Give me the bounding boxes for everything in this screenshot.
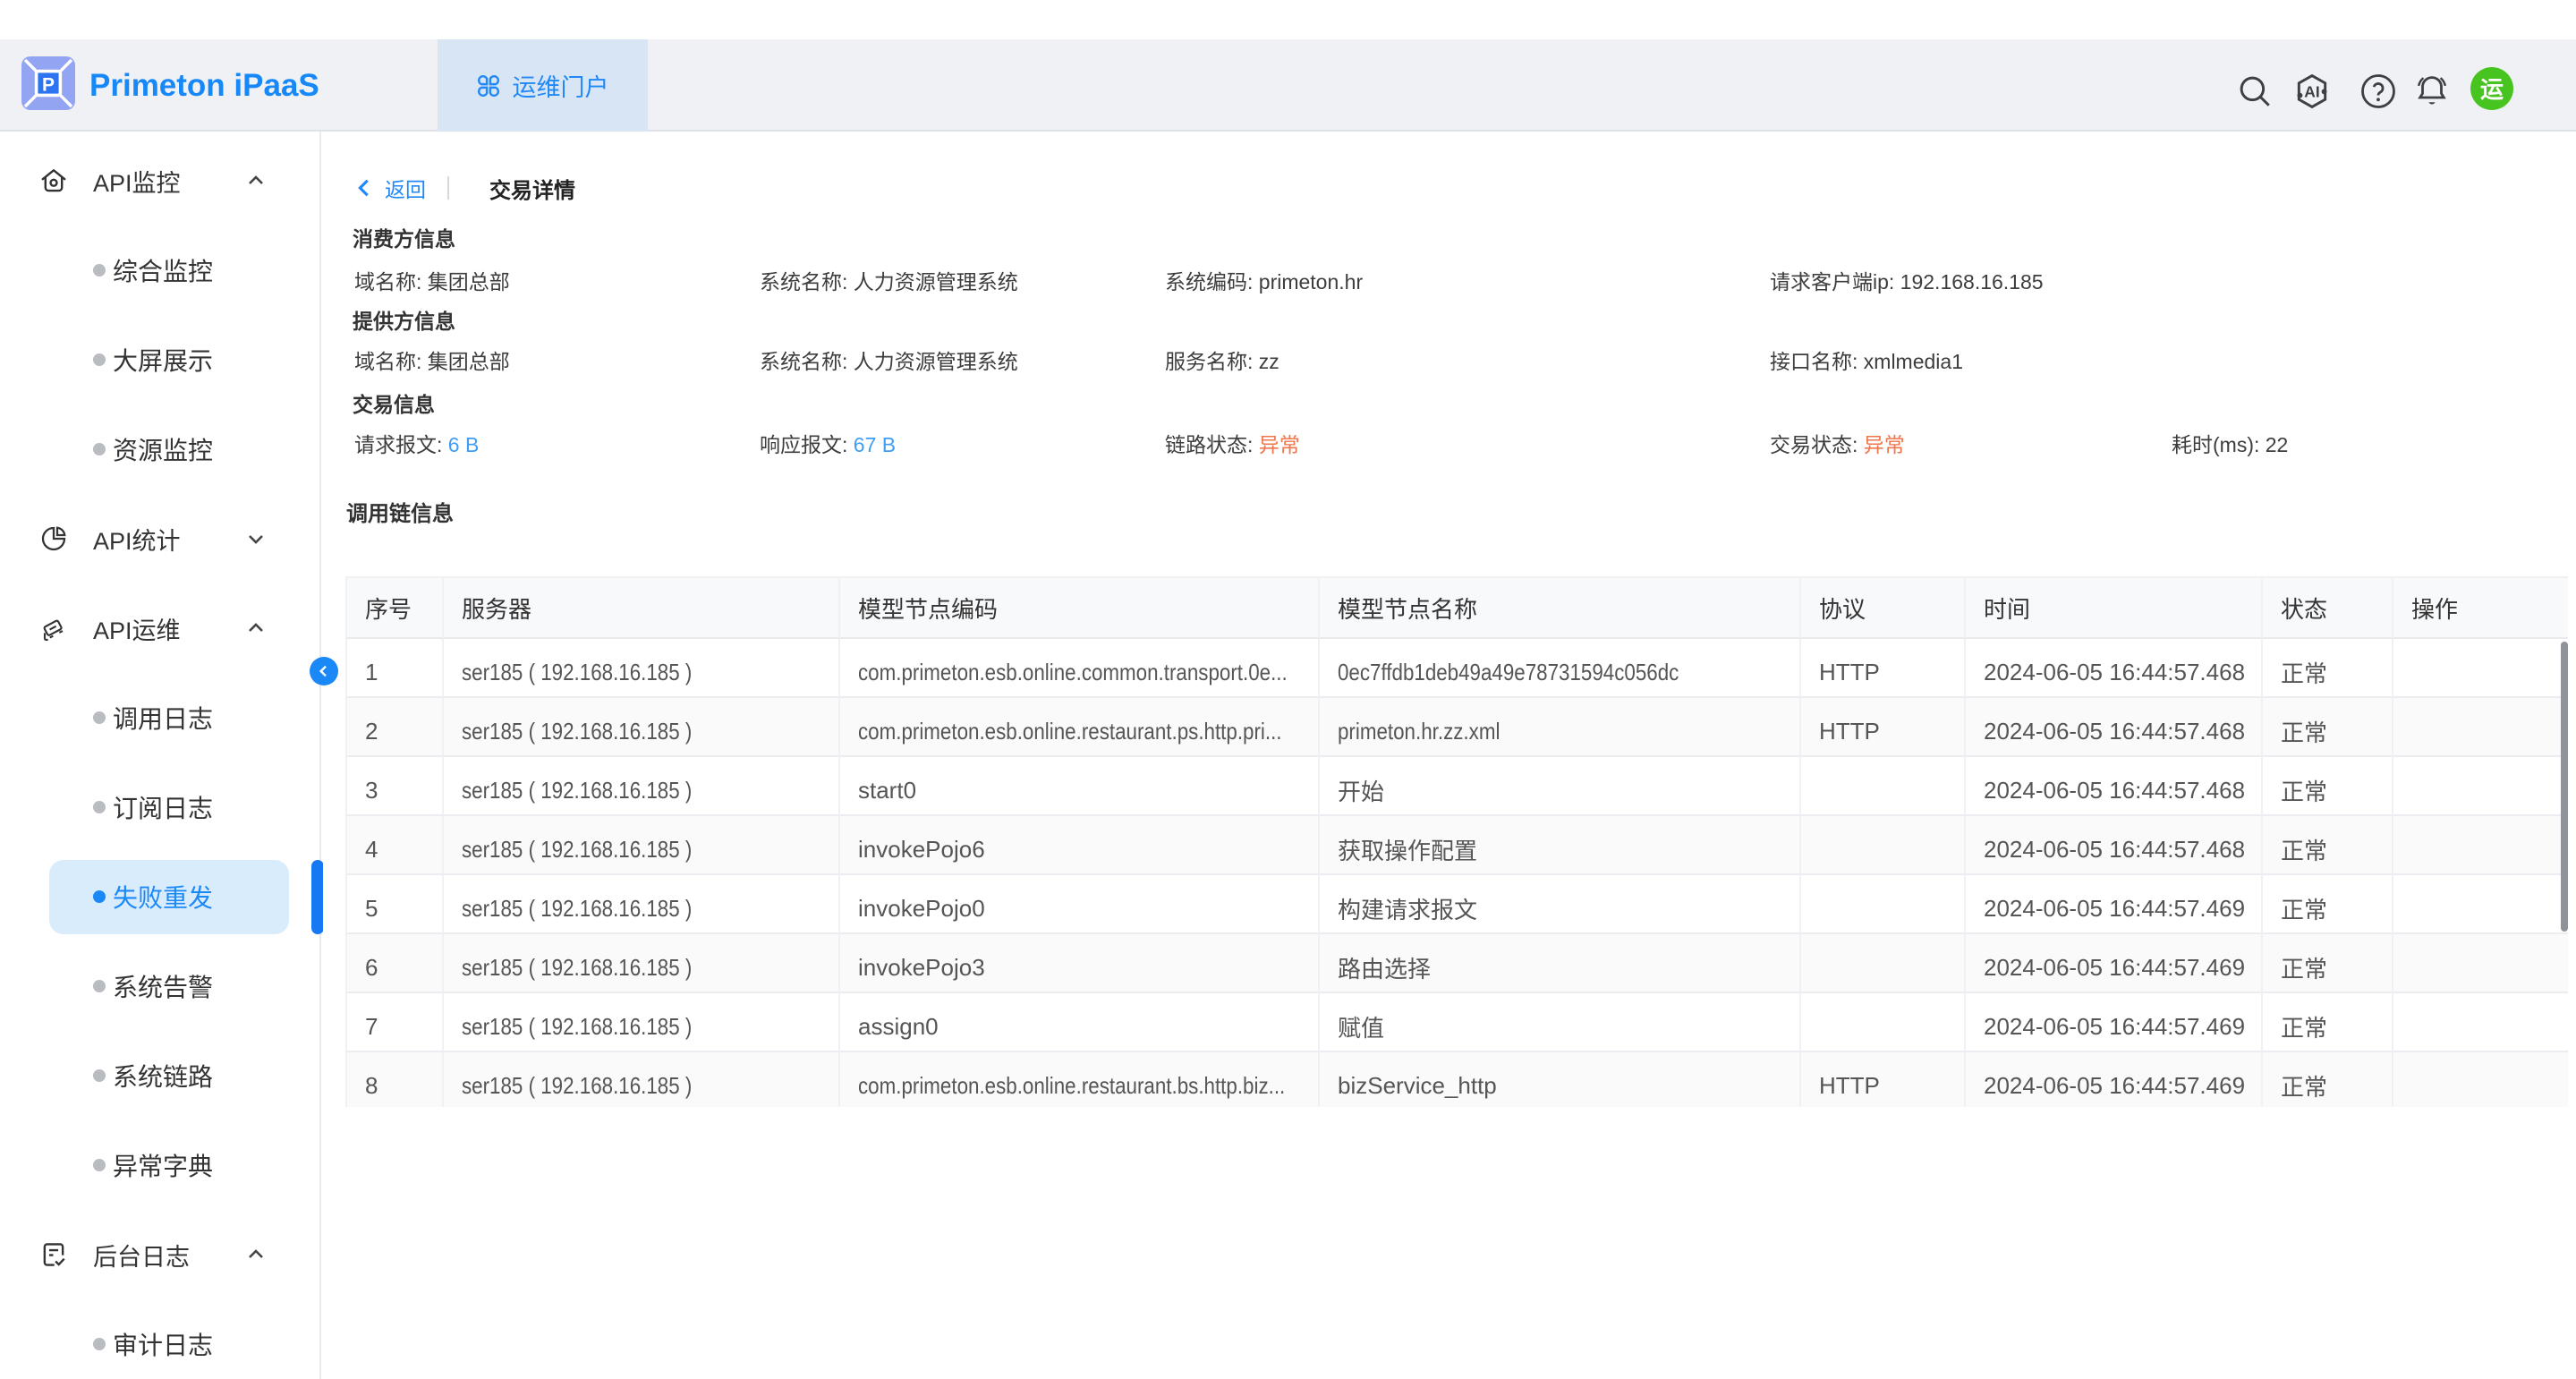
- svg-text:AI: AI: [2304, 82, 2319, 100]
- svg-text:P: P: [42, 75, 55, 96]
